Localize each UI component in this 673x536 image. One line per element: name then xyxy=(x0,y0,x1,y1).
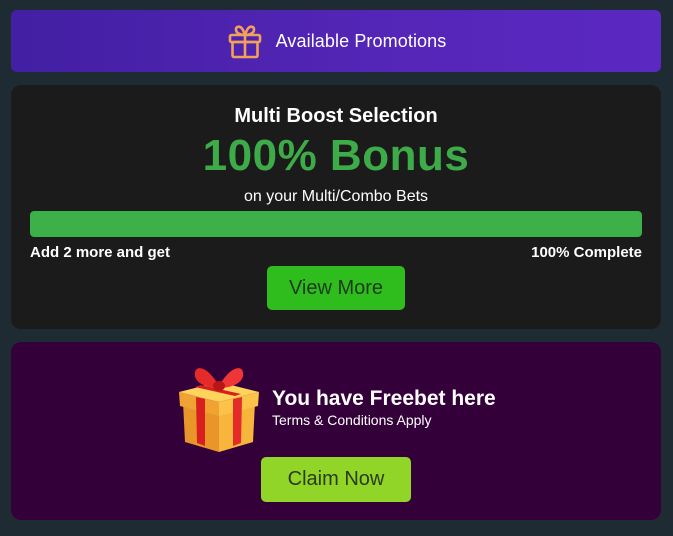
progress-left-note: Add 2 more and get xyxy=(30,244,171,261)
gift-box-icon xyxy=(179,368,259,452)
boost-progress-fill xyxy=(30,211,642,237)
progress-complete-label: 100% Complete xyxy=(531,244,642,261)
view-more-button[interactable]: View More xyxy=(267,266,405,310)
boost-progress-bar xyxy=(30,211,642,237)
bonus-subtitle: on your Multi/Combo Bets xyxy=(243,188,429,205)
multi-boost-card: Multi Boost Selection 100% Bonus on your… xyxy=(11,85,661,329)
bonus-amount: 100% Bonus xyxy=(202,131,470,180)
freebet-title: You have Freebet here xyxy=(272,387,496,410)
multi-boost-heading: Multi Boost Selection xyxy=(234,105,438,127)
promotions-title: Available Promotions xyxy=(275,30,447,51)
claim-now-button[interactable]: Claim Now xyxy=(261,457,411,502)
gift-icon xyxy=(228,25,261,59)
available-promotions-bar[interactable]: Available Promotions xyxy=(11,10,661,72)
freebet-card: You have Freebet here Terms & Conditions… xyxy=(11,342,661,520)
freebet-terms[interactable]: Terms & Conditions Apply xyxy=(272,412,432,428)
